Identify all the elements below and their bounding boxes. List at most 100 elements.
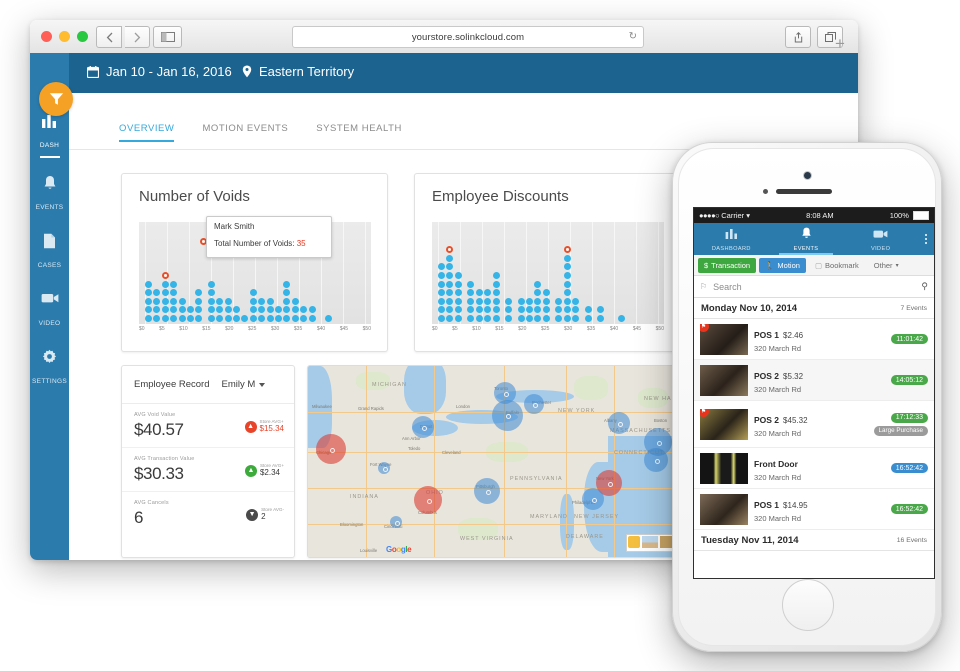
chart-point[interactable] (153, 306, 161, 314)
maximize-window-button[interactable] (77, 31, 88, 42)
chart-point[interactable] (241, 315, 249, 322)
map-marker-cluster[interactable] (492, 400, 523, 431)
map-marker-cluster[interactable] (644, 448, 668, 472)
reload-icon[interactable]: ↻ (629, 31, 637, 42)
list-item[interactable]: Front Door 320 March Rd 16:52:42 (694, 448, 934, 489)
chart-point[interactable] (291, 306, 299, 314)
chart-point[interactable] (283, 297, 291, 305)
chart-point[interactable] (563, 315, 571, 322)
chart-point[interactable] (467, 315, 475, 322)
chart-point[interactable] (597, 306, 605, 314)
chart-point[interactable] (195, 297, 203, 305)
chart-point[interactable] (145, 297, 152, 305)
chart-point[interactable] (195, 306, 203, 314)
chart-point[interactable] (572, 315, 580, 322)
chart-point[interactable] (438, 315, 445, 322)
chart-point[interactable] (216, 306, 224, 314)
phone-nav-bar[interactable]: DASHBOARD EVENTS VIDEO (694, 223, 934, 255)
chart-point[interactable] (492, 297, 500, 305)
share-button[interactable] (785, 26, 811, 48)
chart-point[interactable] (178, 306, 186, 314)
chart-point[interactable] (534, 280, 542, 288)
search-icon[interactable]: ⚲ (921, 281, 928, 292)
chart-point[interactable] (266, 297, 274, 305)
chart-point[interactable] (484, 297, 492, 305)
window-traffic-lights[interactable] (41, 31, 88, 42)
content-tabs[interactable]: OVERVIEW MOTION EVENTS SYSTEM HEALTH (119, 123, 402, 142)
chart-point[interactable] (438, 297, 445, 305)
chart-point[interactable] (563, 289, 571, 297)
event-thumbnail[interactable]: ⚑ (700, 408, 748, 440)
chart-point[interactable] (446, 272, 454, 279)
sidebar-item-cases[interactable]: CASES (30, 233, 69, 272)
chart-point-highlighted[interactable] (161, 272, 169, 279)
chart-point[interactable] (526, 297, 534, 305)
chart-point[interactable] (274, 306, 282, 314)
chart-point[interactable] (170, 306, 178, 314)
chart-point[interactable] (475, 297, 483, 305)
location-selector[interactable]: Eastern Territory (242, 64, 354, 79)
chart-point[interactable] (584, 306, 592, 314)
chart-point[interactable] (195, 289, 203, 297)
chart-point[interactable] (216, 297, 224, 305)
chart-point[interactable] (446, 306, 454, 314)
chart-point[interactable] (216, 315, 224, 322)
list-item[interactable]: POS 1 $14.95 320 March Rd 16:52:42 (694, 489, 934, 530)
phone-nav-video[interactable]: VIDEO (843, 223, 918, 255)
chart-point[interactable] (178, 315, 186, 322)
chart-point[interactable] (446, 315, 454, 322)
chart-point[interactable] (505, 315, 513, 322)
chart-point[interactable] (249, 289, 257, 297)
chart-point[interactable] (207, 306, 215, 314)
chart-point[interactable] (300, 315, 308, 322)
home-button[interactable] (782, 579, 834, 631)
sidebar-item-settings[interactable]: SETTINGS (30, 349, 69, 388)
filter-chip-bookmark[interactable]: ▢ Bookmark (809, 258, 865, 273)
chart-point[interactable] (505, 297, 513, 305)
filter-chip-motion[interactable]: 🚶 Motion (759, 257, 806, 273)
chart-point[interactable] (475, 289, 483, 297)
chart-point[interactable] (233, 315, 241, 322)
chart-point[interactable] (484, 306, 492, 314)
chart-point[interactable] (161, 280, 169, 288)
map-canvas[interactable]: MICHIGAN NEW YORK NEW HAMPSHIRE MASSACHU… (308, 366, 680, 557)
chart-point[interactable] (492, 289, 500, 297)
chart-point[interactable] (207, 297, 215, 305)
new-tab-button[interactable]: + (835, 34, 845, 54)
sidebar-item-video[interactable]: VIDEO (30, 291, 69, 330)
chart-point[interactable] (446, 297, 454, 305)
chart-point[interactable] (170, 315, 178, 322)
chart-point[interactable] (492, 272, 500, 279)
tab-system-health[interactable]: SYSTEM HEALTH (316, 123, 402, 142)
chart-point[interactable] (258, 315, 266, 322)
filter-chip-transaction[interactable]: $ Transaction (698, 257, 757, 273)
chart-point[interactable] (233, 306, 241, 314)
chart-point[interactable] (438, 306, 445, 314)
chart-point[interactable] (492, 280, 500, 288)
chart-point[interactable] (300, 306, 308, 314)
chart-point[interactable] (145, 289, 152, 297)
event-thumbnail[interactable] (700, 452, 748, 484)
chart-point[interactable] (446, 263, 454, 271)
chart-point[interactable] (446, 254, 454, 262)
chart-point-highlighted[interactable] (446, 246, 454, 254)
chart-point[interactable] (283, 306, 291, 314)
chart-point[interactable] (534, 315, 542, 322)
chart-point[interactable] (291, 297, 299, 305)
chart-point-highlighted[interactable] (563, 246, 571, 254)
chart-point[interactable] (249, 315, 257, 322)
event-thumbnail[interactable]: ⚑ (700, 323, 748, 355)
chart-point[interactable] (145, 306, 152, 314)
chart-point[interactable] (618, 315, 626, 322)
chart-point[interactable] (195, 315, 203, 322)
chart-point[interactable] (283, 315, 291, 322)
map-marker-cluster[interactable] (414, 486, 442, 514)
phone-nav-dashboard[interactable]: DASHBOARD (694, 223, 769, 255)
sidebar-toggle-button[interactable] (153, 26, 182, 48)
chart-point[interactable] (534, 289, 542, 297)
chart-point[interactable] (555, 306, 563, 314)
chart-point[interactable] (258, 297, 266, 305)
chart-point[interactable] (475, 315, 483, 322)
chart-point[interactable] (325, 315, 333, 322)
chart-point[interactable] (161, 315, 169, 322)
